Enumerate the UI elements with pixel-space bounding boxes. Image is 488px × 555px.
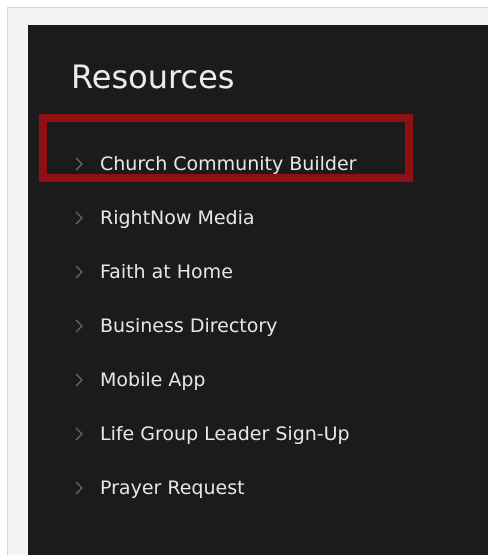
menu-item-label[interactable]: Church Community Builder [100, 153, 356, 175]
resources-panel: Resources Church Community Builder Right… [28, 25, 488, 555]
chevron-right-icon [75, 427, 83, 441]
menu-item-church-community-builder[interactable]: Church Community Builder [28, 137, 488, 191]
menu-item-label[interactable]: Life Group Leader Sign-Up [100, 423, 350, 445]
menu-item-life-group-leader-sign-up[interactable]: Life Group Leader Sign-Up [28, 407, 488, 461]
resources-menu: Church Community Builder RightNow Media … [28, 137, 488, 515]
menu-item-mobile-app[interactable]: Mobile App [28, 353, 488, 407]
chevron-right-icon [75, 211, 83, 225]
chevron-right-icon [75, 373, 83, 387]
chevron-right-icon [75, 481, 83, 495]
menu-item-label[interactable]: RightNow Media [100, 207, 255, 229]
chevron-right-icon [75, 157, 83, 171]
menu-item-rightnow-media[interactable]: RightNow Media [28, 191, 488, 245]
menu-item-prayer-request[interactable]: Prayer Request [28, 461, 488, 515]
menu-item-label[interactable]: Business Directory [100, 315, 277, 337]
chevron-right-icon [75, 265, 83, 279]
chevron-right-icon [75, 319, 83, 333]
resources-title: Resources [71, 58, 235, 96]
menu-item-business-directory[interactable]: Business Directory [28, 299, 488, 353]
menu-item-label[interactable]: Faith at Home [100, 261, 233, 283]
menu-item-label[interactable]: Mobile App [100, 369, 205, 391]
menu-item-label[interactable]: Prayer Request [100, 477, 245, 499]
menu-item-faith-at-home[interactable]: Faith at Home [28, 245, 488, 299]
screenshot-frame: Resources Church Community Builder Right… [7, 7, 488, 555]
